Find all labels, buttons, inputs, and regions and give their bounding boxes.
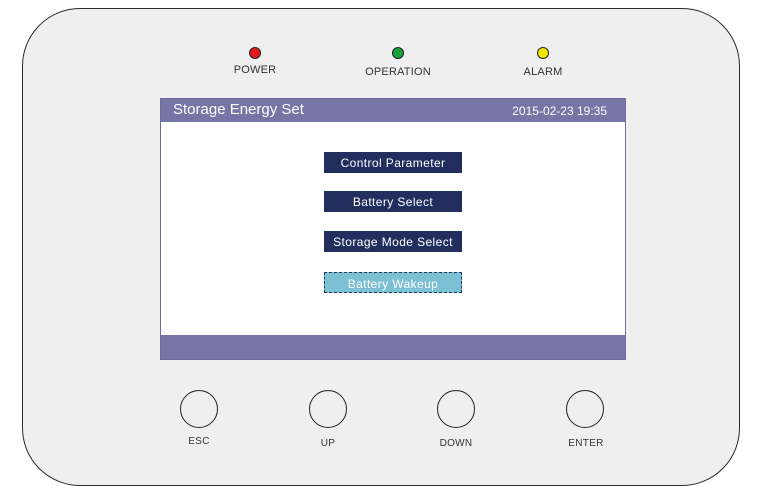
alarm-led-icon [537,47,549,59]
battery-select-button[interactable]: Battery Select [324,191,462,212]
page-title: Storage Energy Set [173,101,304,118]
enter-key-button[interactable] [566,390,604,428]
power-label: POWER [233,64,277,76]
operation-label: OPERATION [365,66,431,78]
alarm-label: ALARM [523,66,563,78]
up-key-label: UP [320,438,336,449]
enter-key-label: ENTER [568,438,604,449]
storage-mode-select-button[interactable]: Storage Mode Select [324,231,462,252]
datetime-display: 2015-02-23 19:35 [512,104,607,118]
down-key-button[interactable] [437,390,475,428]
lcd-screen: Storage Energy Set 2015-02-23 19:35 Cont… [160,98,626,360]
screen-header: Storage Energy Set 2015-02-23 19:35 [161,99,625,122]
esc-key-label: ESC [188,436,210,447]
operation-led-icon [392,47,404,59]
power-led-icon [249,47,261,59]
battery-wakeup-button[interactable]: Battery Wakeup [324,272,462,293]
down-key-label: DOWN [439,438,473,449]
up-key-button[interactable] [309,390,347,428]
esc-key-button[interactable] [180,390,218,428]
control-parameter-button[interactable]: Control Parameter [324,152,462,173]
screen-footer [161,335,625,359]
